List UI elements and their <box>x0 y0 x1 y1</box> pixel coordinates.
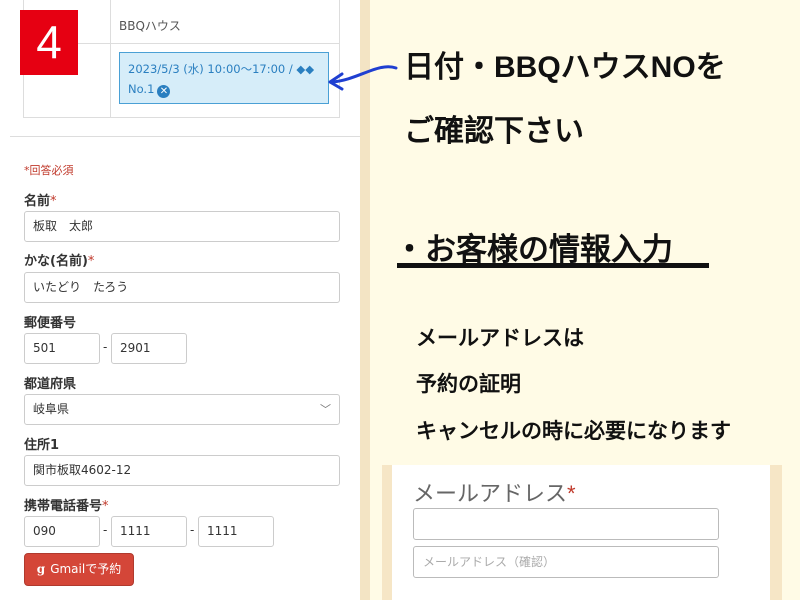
email-confirm-field[interactable]: メールアドレス（確認） <box>413 546 719 578</box>
selected-slot-datetime: 2023/5/3 (水) 10:00～17:00 / ◆◆ <box>128 62 315 76</box>
phone-dash-2: - <box>190 523 195 537</box>
phone-field-2[interactable]: 1111 <box>111 516 187 547</box>
phone-dash-1: - <box>103 523 108 537</box>
postal-code-field-2[interactable]: 2901 <box>111 333 187 364</box>
chevron-down-icon: ﹀ <box>320 403 331 416</box>
selected-slot-number: No.1 <box>128 82 155 96</box>
kana-field[interactable]: いたどり たろう <box>24 272 340 303</box>
phone-field-1[interactable]: 090 <box>24 516 100 547</box>
postal-code-field-1[interactable]: 501 <box>24 333 100 364</box>
address-field[interactable]: 関市板取4602-12 <box>24 455 340 486</box>
postal-code-label: 郵便番号 <box>24 316 77 331</box>
prefecture-label: 都道府県 <box>24 377 77 392</box>
postal-dash: - <box>103 340 108 354</box>
gmail-reserve-button[interactable]: g Gmailで予約 <box>24 553 134 586</box>
instruction-line-1: 日付・BBQハウスNOを <box>404 51 726 84</box>
remove-selection-icon[interactable]: ✕ <box>157 85 171 98</box>
phone-field-3[interactable]: 1111 <box>198 516 274 547</box>
reservation-form: 4 BBQハウス 2023/5/3 (水) 10:00～17:00 / ◆◆ N… <box>0 0 360 600</box>
section-divider <box>10 136 360 137</box>
pointer-arrow-icon <box>328 65 398 91</box>
phone-label: 携帯電話番号* <box>24 499 109 514</box>
email-note-line-2: 予約の証明 <box>416 373 521 396</box>
email-label: メールアドレス* <box>413 481 576 506</box>
email-field[interactable] <box>413 508 719 540</box>
address-label: 住所1 <box>24 438 60 453</box>
instruction-line-2: ご確認下さい <box>404 115 584 148</box>
email-note-line-1: メールアドレスは <box>416 327 584 350</box>
name-field[interactable]: 板取 太郎 <box>24 211 340 242</box>
table-border <box>110 0 111 118</box>
name-label: 名前* <box>24 194 57 209</box>
gmail-reserve-label: Gmailで予約 <box>50 562 122 576</box>
bbq-house-label: BBQハウス <box>119 19 181 33</box>
email-note-line-3: キャンセルの時に必要になります <box>416 420 731 443</box>
prefecture-select[interactable]: 岐阜県 ﹀ <box>24 394 340 425</box>
kana-label: かな(名前)* <box>24 254 95 269</box>
heading-underline <box>397 263 709 268</box>
table-border <box>23 117 340 118</box>
selected-reservation-slot[interactable]: 2023/5/3 (水) 10:00～17:00 / ◆◆ No.1 ✕ <box>119 52 329 104</box>
required-note: *回答必須 <box>24 164 74 177</box>
google-icon: g <box>36 562 46 576</box>
step-number-badge: 4 <box>20 10 78 75</box>
prefecture-value: 岐阜県 <box>33 402 70 416</box>
